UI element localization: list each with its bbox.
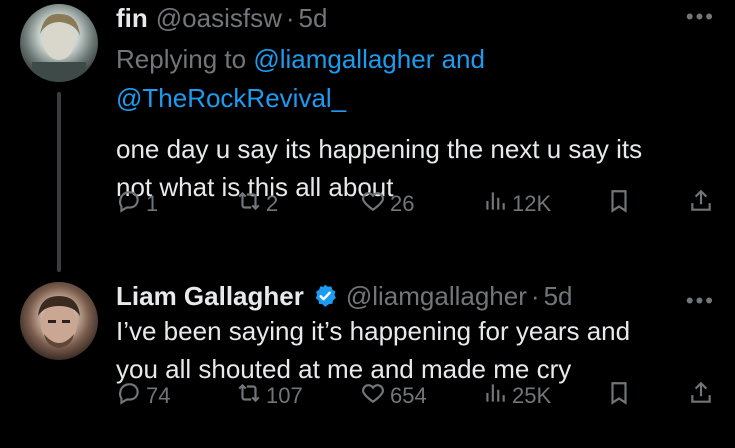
verified-badge-icon[interactable] — [312, 283, 338, 309]
share-button[interactable] — [688, 188, 714, 220]
views-count: 12K — [512, 191, 552, 216]
repost-count: 2 — [266, 191, 279, 216]
repost-icon — [236, 188, 262, 220]
mention-and[interactable]: and — [434, 44, 485, 74]
tweet-text: I’ve been saying it’s happening for year… — [116, 312, 715, 388]
like-icon — [360, 188, 386, 220]
repost-icon — [236, 380, 262, 412]
replying-to: Replying to @liamgallagher and @TheRockR… — [116, 40, 715, 118]
bookmark-button[interactable] — [606, 188, 632, 220]
timestamp[interactable]: 5d — [299, 0, 328, 36]
repost-count: 107 — [266, 383, 303, 408]
tweet-content: fin @oasisfsw · 5d ••• Replying to @liam… — [116, 0, 715, 206]
share-button[interactable] — [688, 380, 714, 412]
separator: · — [285, 3, 295, 33]
bookmark-icon — [606, 380, 632, 412]
reply-icon — [116, 380, 142, 412]
tweet-header: fin @oasisfsw · 5d — [116, 0, 715, 36]
bookmark-button[interactable] — [606, 380, 632, 412]
tweet-text-line: I’ve been saying it’s happening for year… — [116, 316, 631, 346]
bookmark-icon — [606, 188, 632, 220]
tweet-text-line: one day u say its happening the next u s… — [116, 134, 643, 164]
repost-button[interactable]: 2 — [236, 188, 278, 220]
thread-connector — [57, 92, 61, 272]
reply-icon — [116, 188, 142, 220]
tweet-content: Liam Gallagher @liamgallagher · 5d ••• I… — [116, 278, 715, 388]
views-button[interactable]: 25K — [482, 380, 551, 412]
reply-button[interactable]: 1 — [116, 188, 158, 220]
share-icon — [688, 380, 714, 412]
replying-prefix: Replying to — [116, 44, 254, 74]
like-icon — [360, 380, 386, 412]
timestamp[interactable]: 5d — [544, 278, 573, 314]
views-button[interactable]: 12K — [482, 188, 551, 220]
views-icon — [482, 380, 508, 412]
tweet-fin[interactable]: fin @oasisfsw · 5d ••• Replying to @liam… — [0, 0, 735, 272]
user-handle[interactable]: @oasisfsw — [156, 0, 282, 36]
tweet-liamgallagher[interactable]: Liam Gallagher @liamgallagher · 5d ••• I… — [0, 270, 735, 448]
more-icon[interactable]: ••• — [686, 288, 715, 314]
like-count: 26 — [390, 191, 415, 216]
repost-button[interactable]: 107 — [236, 380, 303, 412]
user-handle[interactable]: @liamgallagher — [346, 278, 527, 314]
like-button[interactable]: 654 — [360, 380, 427, 412]
reply-count: 74 — [146, 383, 171, 408]
mention-liamgallagher[interactable]: @liamgallagher — [253, 44, 434, 74]
separator: · — [530, 281, 540, 311]
share-icon — [688, 188, 714, 220]
display-name[interactable]: fin — [116, 0, 148, 36]
tweet-header: Liam Gallagher @liamgallagher · 5d — [116, 278, 715, 314]
reply-count: 1 — [146, 191, 159, 216]
display-name[interactable]: Liam Gallagher — [116, 278, 304, 314]
mention-therockrevival[interactable]: @TheRockRevival_ — [116, 83, 346, 113]
reply-button[interactable]: 74 — [116, 380, 170, 412]
like-count: 654 — [390, 383, 427, 408]
like-button[interactable]: 26 — [360, 188, 414, 220]
avatar-fin[interactable] — [20, 4, 98, 82]
avatar-liamgallagher[interactable] — [20, 282, 98, 360]
views-count: 25K — [512, 383, 552, 408]
more-icon[interactable]: ••• — [686, 4, 715, 30]
views-icon — [482, 188, 508, 220]
